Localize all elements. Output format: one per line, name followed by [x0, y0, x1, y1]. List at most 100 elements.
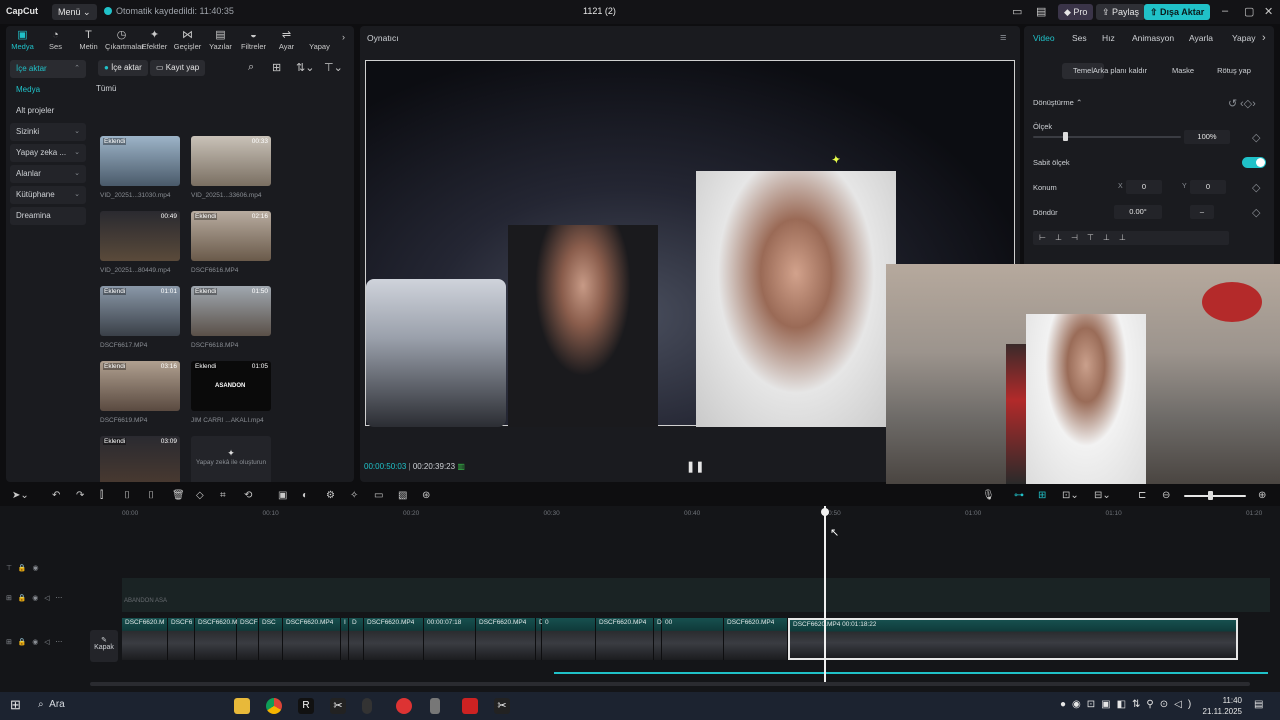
player-menu-icon[interactable]: ≡	[1000, 32, 1006, 44]
tab-5[interactable]: ✦ Efektler	[138, 26, 171, 54]
prop-tab-4[interactable]: Animasyon	[1132, 33, 1174, 43]
mirror-icon[interactable]: ◐	[302, 490, 308, 501]
timeline-clip[interactable]: DSCF6620.M	[122, 618, 168, 660]
overlay-track[interactable]: ABANDON ASA	[122, 578, 1270, 612]
filter-icon[interactable]: ⊤⌄	[324, 61, 343, 74]
nav-item-3[interactable]: Alt projeler	[10, 102, 86, 120]
media-thumbnail[interactable]: Eklendi 03:09	[100, 436, 180, 482]
trim-left-icon[interactable]: ⌷	[124, 490, 130, 501]
rotate-input[interactable]: 0.00°	[1114, 205, 1162, 219]
nav-item-6[interactable]: Alanlar ⌄	[10, 165, 86, 183]
text-to-video-icon[interactable]: ▭	[374, 490, 383, 501]
ai-create-tile[interactable]: ✦ Yapay zekâ ile oluşturun	[191, 436, 271, 482]
scale-knob[interactable]	[1062, 132, 1068, 141]
media-thumbnail[interactable]: Eklendi 01:05 ASANDON	[191, 361, 271, 411]
capcut-icon[interactable]: ✂	[330, 698, 346, 714]
media-thumbnail[interactable]: Eklendi 02:16	[191, 211, 271, 261]
taskbar-search[interactable]: ⌕ Ara	[38, 699, 65, 710]
media-item[interactable]: Eklendi 03:16 DSCF6619.MP4	[100, 361, 180, 424]
share-button[interactable]: ⇪ Paylaş	[1096, 4, 1146, 20]
main-track-controls[interactable]: ⊞ 🔒 ◉ ◁ ⋯	[6, 638, 62, 646]
scale-keyframe-icon[interactable]: ◇	[1252, 131, 1260, 144]
tabs-next-icon[interactable]: ›	[342, 32, 345, 42]
tab-9[interactable]: ⇌ Ayar	[270, 26, 303, 54]
tray-icons[interactable]: ●◉⊡▣◧⇅⚲⊙◁)	[1060, 699, 1197, 710]
uniform-scale-toggle[interactable]	[1242, 157, 1266, 168]
timeline-clip[interactable]: DSCF6620.MP4	[596, 618, 654, 660]
timeline-clip[interactable]: DSCF6620.MP4	[724, 618, 788, 660]
link-icon[interactable]: ⊞	[1038, 490, 1046, 501]
keyframe-icon[interactable]: ‹◇›	[1240, 97, 1256, 110]
prop-tab-3[interactable]: Hız	[1102, 33, 1115, 43]
undo-icon[interactable]: ↶	[52, 490, 60, 501]
tab-3[interactable]: T Metin	[72, 26, 105, 54]
nav-item-4[interactable]: Sizinki ⌄	[10, 123, 86, 141]
media-item[interactable]: 00:49 VID_20251...80449.mp4	[100, 211, 180, 274]
media-thumbnail[interactable]: Eklendi 03:16	[100, 361, 180, 411]
zoom-slider[interactable]	[1184, 491, 1246, 500]
rotate-keyframe-icon[interactable]: ◇	[1252, 206, 1260, 219]
position-keyframe-icon[interactable]: ◇	[1252, 181, 1260, 194]
shortcuts-icon[interactable]: ▤	[1036, 5, 1046, 18]
captions-icon[interactable]: ⊏	[1138, 490, 1146, 501]
video-editor-icon[interactable]	[462, 698, 478, 714]
redo-icon[interactable]: ↷	[76, 490, 84, 501]
timeline-clip[interactable]: DSCF6	[168, 618, 195, 660]
freeze-icon[interactable]: ▣	[278, 490, 287, 501]
media-item[interactable]: Eklendi03:09DSCF6620.MP4	[100, 436, 180, 482]
r-app-icon[interactable]: R	[298, 698, 314, 714]
maximize-icon[interactable]: ▢	[1244, 5, 1254, 18]
minimize-icon[interactable]: –	[1222, 5, 1228, 17]
zoom-out-icon[interactable]: ⊖	[1162, 490, 1170, 501]
playhead[interactable]	[821, 506, 829, 682]
trim-right-icon[interactable]: ⌷	[148, 490, 154, 501]
nav-item-5[interactable]: Yapay zeka ... ⌄	[10, 144, 86, 162]
media-item[interactable]: Eklendi 01:05 ASANDON JIM CARRİ ...AKALI.mp…	[191, 361, 271, 424]
nav-item-1[interactable]: İçe aktar ⌃	[10, 60, 86, 78]
record-button[interactable]: ▭ Kayıt yap	[150, 60, 206, 76]
close-icon[interactable]: ✕	[1264, 5, 1273, 18]
timeline-clip[interactable]: I	[341, 618, 349, 660]
nav-item-2[interactable]: Medya	[10, 81, 86, 99]
mask-icon[interactable]: ◇	[196, 490, 204, 501]
auto-reframe-icon[interactable]: ⟲	[244, 490, 252, 501]
ai-tools-icon[interactable]: ✧	[350, 490, 358, 501]
reverse-icon[interactable]: ▧	[398, 490, 407, 501]
media-thumbnail[interactable]: Eklendi 01:50	[191, 286, 271, 336]
obs-icon[interactable]	[396, 698, 412, 714]
magnet-icon[interactable]: ⊶	[1014, 490, 1024, 501]
rotate-flip-button[interactable]: –	[1190, 205, 1214, 219]
right-tabs-next-icon[interactable]: ›	[1262, 32, 1266, 44]
text-track-controls[interactable]: ⊤ 🔒 ◉	[6, 564, 39, 572]
scale-slider[interactable]	[1033, 132, 1181, 141]
mic-app-icon[interactable]	[362, 698, 372, 714]
split-icon[interactable]: ⫿	[100, 490, 103, 501]
media-thumbnail[interactable]: 00:33	[191, 136, 271, 186]
speed-icon[interactable]: ⚙	[326, 490, 335, 501]
notification-icon[interactable]: ▤	[1254, 699, 1263, 710]
start-icon[interactable]: ⊞	[10, 697, 21, 713]
nav-item-8[interactable]: Dreamina	[10, 207, 86, 225]
tab-2[interactable]: ◔ Ses	[39, 26, 72, 54]
crop-icon[interactable]: ⌗	[220, 490, 226, 501]
timeline-clip[interactable]: DSCF6620.MP4 00:01:18:22	[788, 618, 1238, 660]
media-item[interactable]: 00:33 VID_20251...33606.mp4	[191, 136, 271, 199]
sort-icon[interactable]: ⇅⌄	[296, 61, 314, 74]
media-item[interactable]: Eklendi 01:50 DSCF6618.MP4	[191, 286, 271, 349]
cover-button[interactable]: ✎ Kapak	[90, 630, 118, 662]
timeline-clip[interactable]: DSCF6620.M	[195, 618, 237, 660]
prop-tab-6[interactable]: Yapay	[1232, 33, 1255, 43]
select-tool-icon[interactable]: ➤⌄	[12, 490, 29, 501]
zoom-knob[interactable]	[1208, 491, 1213, 500]
timeline-clip[interactable]: DSC	[259, 618, 283, 660]
timeline-clip[interactable]: 00	[662, 618, 724, 660]
delete-icon[interactable]: 🗑	[172, 490, 185, 501]
search-icon[interactable]: ⌕	[248, 61, 254, 74]
pause-button[interactable]: ❚❚	[686, 460, 704, 473]
media-thumbnail[interactable]: Eklendi	[100, 136, 180, 186]
timeline-clip[interactable]: DSCF	[237, 618, 259, 660]
sub-tab-2[interactable]: Arka planı kaldır	[1084, 63, 1156, 79]
file-explorer-icon[interactable]	[234, 698, 250, 714]
tab-7[interactable]: ▤ Yazılar	[204, 26, 237, 54]
tab-8[interactable]: ◒ Filtreler	[237, 26, 270, 54]
